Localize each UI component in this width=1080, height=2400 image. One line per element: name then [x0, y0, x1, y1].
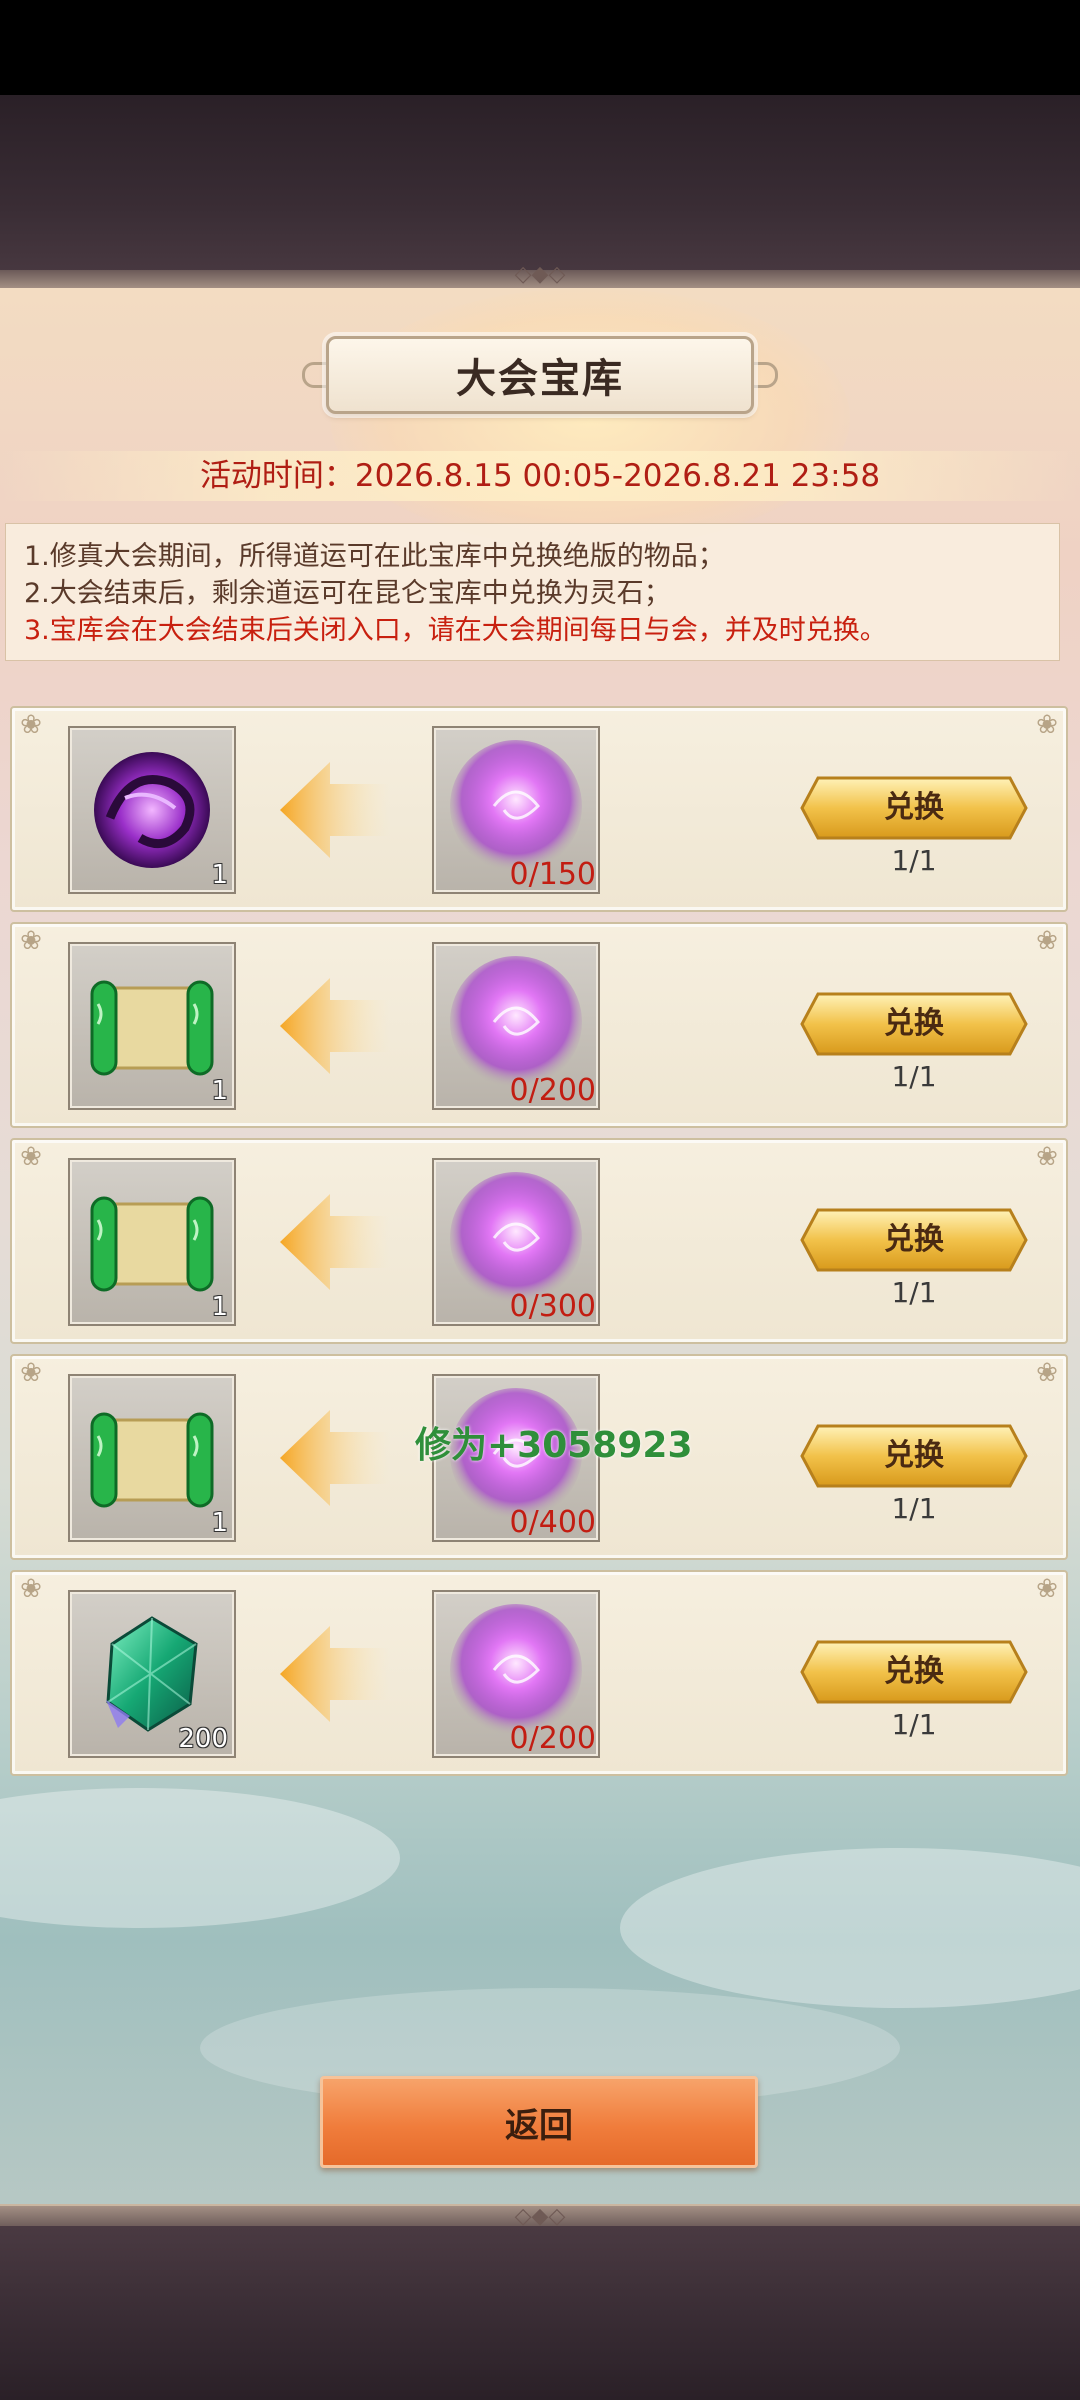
mist-decoration	[620, 1848, 1080, 2008]
treasury-panel: 大会宝库 活动时间：2026.8.15 00:05-2026.8.21 23:5…	[0, 288, 1080, 2208]
reward-count: 1	[211, 860, 228, 890]
reward-slot[interactable]: 1	[68, 1158, 236, 1326]
corner-ornament-icon: ❀	[1036, 1142, 1058, 1172]
exchange-limit: 1/1	[891, 844, 937, 877]
cost-progress: 0/200	[509, 1073, 596, 1108]
exchange-button-label: 兑换	[884, 1654, 944, 1689]
exchange-button-label: 兑换	[884, 1438, 944, 1473]
cost-progress: 0/150	[509, 857, 596, 892]
reward-slot[interactable]: 1	[68, 942, 236, 1110]
corner-ornament-icon: ❀	[20, 1142, 42, 1172]
exchange-button[interactable]: 兑换	[800, 1424, 1028, 1488]
cost-progress: 0/300	[509, 1289, 596, 1324]
corner-ornament-icon: ❀	[1036, 1358, 1058, 1388]
exchange-arrow-icon	[280, 978, 390, 1074]
title-plaque: 大会宝库	[326, 336, 754, 414]
cost-slot[interactable]: 0/200	[432, 1590, 600, 1758]
corner-ornament-icon: ❀	[20, 1574, 42, 1604]
green-scroll-icon	[90, 1412, 214, 1508]
exchange-arrow-icon	[280, 1194, 390, 1290]
cost-slot[interactable]: 0/200	[432, 942, 600, 1110]
green-scroll-icon	[90, 1196, 214, 1292]
purple-dragon-orb-icon	[94, 752, 210, 868]
top-border: ◇◆◇	[0, 262, 1080, 290]
event-time-text: 活动时间：2026.8.15 00:05-2026.8.21 23:58	[199, 458, 881, 494]
exchange-row: ❀ ❀ 1 0/150 兑换 1/1	[10, 706, 1068, 912]
reward-count: 1	[211, 1508, 228, 1538]
top-frame	[0, 95, 1080, 285]
exchange-button[interactable]: 兑换	[800, 776, 1028, 840]
status-bar	[0, 0, 1080, 95]
cost-progress: 0/400	[509, 1505, 596, 1540]
exchange-button[interactable]: 兑换	[800, 1640, 1028, 1704]
corner-ornament-icon: ❀	[20, 1358, 42, 1388]
exchange-row: ❀ ❀ 1 0/300 兑换 1/1	[10, 1138, 1068, 1344]
corner-ornament-icon: ❀	[20, 926, 42, 956]
mist-decoration	[0, 1788, 400, 1928]
reward-count: 1	[211, 1292, 228, 1322]
exchange-button[interactable]: 兑换	[800, 1208, 1028, 1272]
cost-slot[interactable]: 0/150	[432, 726, 600, 894]
corner-ornament-icon: ❀	[20, 710, 42, 740]
top-ornament-icon: ◇◆◇	[514, 262, 566, 287]
reward-slot[interactable]: 200	[68, 1590, 236, 1758]
reward-slot[interactable]: 1	[68, 1374, 236, 1542]
exchange-row: ❀ ❀ 200 0/200 兑换 1/1	[10, 1570, 1068, 1776]
back-button-label: 返回	[505, 2105, 573, 2146]
floating-reward-text: 修为+3058923	[415, 1425, 693, 1466]
note-line: 1.修真大会期间，所得道运可在此宝库中兑换绝版的物品；	[24, 541, 725, 572]
green-scroll-icon	[90, 980, 214, 1076]
exchange-limit: 1/1	[891, 1060, 937, 1093]
exchange-arrow-icon	[280, 1410, 390, 1506]
cost-progress: 0/200	[509, 1721, 596, 1756]
page-title: 大会宝库	[456, 356, 624, 402]
exchange-arrow-icon	[280, 1626, 390, 1722]
corner-ornament-icon: ❀	[1036, 710, 1058, 740]
corner-ornament-icon: ❀	[1036, 926, 1058, 956]
event-time-banner: 活动时间：2026.8.15 00:05-2026.8.21 23:58	[0, 451, 1080, 501]
bottom-frame	[0, 2226, 1080, 2400]
cost-slot[interactable]: 0/300	[432, 1158, 600, 1326]
background-glow	[330, 288, 850, 548]
back-button[interactable]: 返回	[320, 2076, 758, 2168]
note-line: 2.大会结束后，剩余道运可在昆仑宝库中兑换为灵石；	[24, 578, 671, 609]
reward-count: 1	[211, 1076, 228, 1106]
exchange-button-label: 兑换	[884, 1006, 944, 1041]
exchange-button-label: 兑换	[884, 1222, 944, 1257]
rules-notes: 1.修真大会期间，所得道运可在此宝库中兑换绝版的物品； 2.大会结束后，剩余道运…	[5, 523, 1060, 661]
exchange-arrow-icon	[280, 762, 390, 858]
reward-count: 200	[178, 1724, 228, 1754]
corner-ornament-icon: ❀	[1036, 1574, 1058, 1604]
exchange-limit: 1/1	[891, 1708, 937, 1741]
exchange-button-label: 兑换	[884, 790, 944, 825]
exchange-row: ❀ ❀ 1 0/200 兑换 1/1	[10, 922, 1068, 1128]
exchange-limit: 1/1	[891, 1492, 937, 1525]
bottom-border: ◇◆◇	[0, 2204, 1080, 2229]
reward-slot[interactable]: 1	[68, 726, 236, 894]
note-line-warning: 3.宝库会在大会结束后关闭入口，请在大会期间每日与会，并及时兑换。	[24, 615, 887, 646]
exchange-limit: 1/1	[891, 1276, 937, 1309]
exchange-button[interactable]: 兑换	[800, 992, 1028, 1056]
